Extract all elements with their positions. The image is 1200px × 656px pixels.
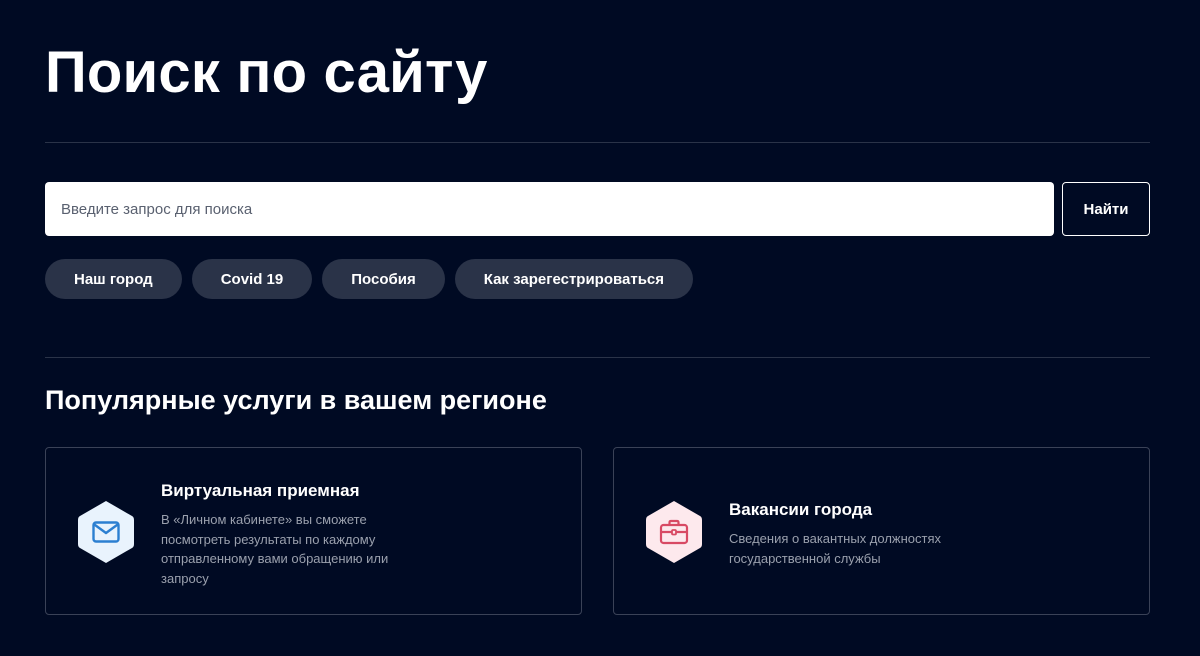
service-card-title: Вакансии города [729, 500, 873, 519]
search-button[interactable]: Найти [1062, 182, 1150, 236]
service-card-city-vacancies[interactable]: Вакансии города Сведения о вакантных дол… [613, 447, 1150, 615]
mail-icon [76, 499, 136, 565]
tag-benefits[interactable]: Пособия [322, 259, 445, 299]
search-page: Поиск по сайту Найти Наш город Covid 19 … [0, 0, 1200, 656]
page-title: Поиск по сайту [45, 40, 488, 105]
quick-tags: Наш город Covid 19 Пособия Как зарегестр… [45, 259, 694, 299]
briefcase-icon [644, 499, 704, 565]
tag-our-city[interactable]: Наш город [45, 259, 182, 299]
service-card-description: В «Личном кабинете» вы сможете посмотрет… [161, 512, 389, 586]
service-card-title: Виртуальная приемная [161, 481, 360, 500]
service-card-description: Сведения о вакантных должностях государс… [729, 531, 942, 566]
tag-how-to-register[interactable]: Как зарегестрироваться [454, 259, 694, 299]
service-card-virtual-reception[interactable]: Виртуальная приемная В «Личном кабинете»… [45, 447, 582, 615]
tag-covid-19[interactable]: Covid 19 [191, 259, 313, 299]
header-divider [45, 142, 1150, 143]
search-input[interactable] [45, 182, 1054, 236]
section-title: Популярные услуги в вашем регионе [45, 385, 547, 415]
section-divider [45, 357, 1150, 358]
